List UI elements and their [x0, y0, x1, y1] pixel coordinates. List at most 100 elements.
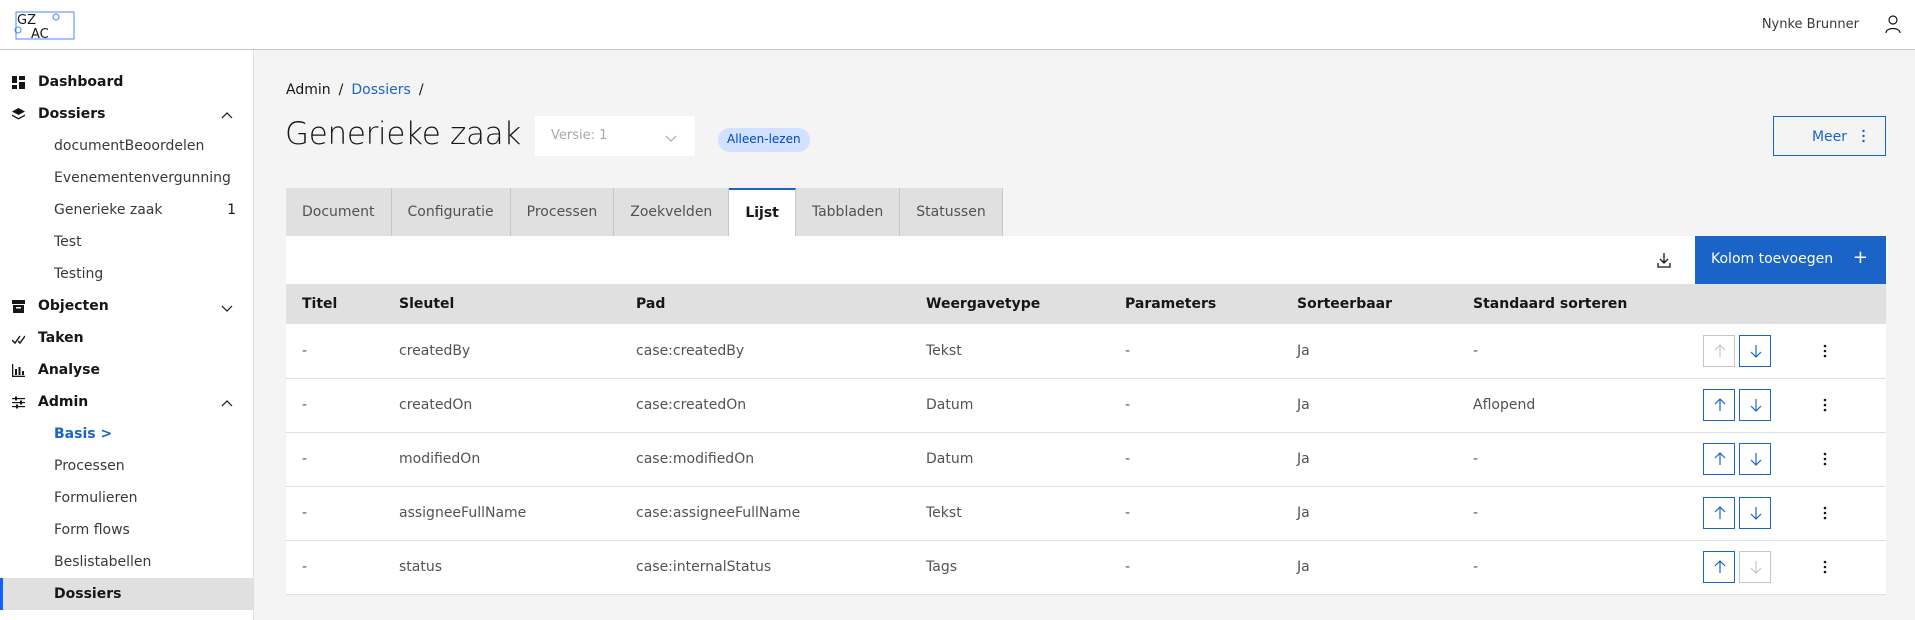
- cell-weergave: Datum: [926, 397, 974, 413]
- column-header-standaard-sorteren: Standaard sorteren: [1473, 296, 1628, 312]
- sidebar-item-taken[interactable]: Taken: [0, 322, 253, 354]
- overflow-menu-icon[interactable]: [1823, 560, 1827, 574]
- sidebar-item-label: Dashboard: [38, 74, 124, 90]
- cell-weergave: Tekst: [926, 505, 962, 521]
- cell-weergave: Datum: [926, 451, 974, 467]
- tab-lijst[interactable]: Lijst: [729, 188, 796, 236]
- move-down-button[interactable]: [1739, 497, 1771, 529]
- arrow-down-icon: [1750, 399, 1762, 412]
- arrow-up-icon: [1714, 506, 1726, 519]
- cell-weergave: Tags: [926, 559, 957, 575]
- table-header-row: Titel Sleutel Pad Weergavetype Parameter…: [286, 284, 1886, 324]
- sidebar-item-label: Objecten: [38, 298, 109, 314]
- overflow-menu-icon[interactable]: [1823, 398, 1827, 412]
- tab-tabbladen[interactable]: Tabbladen: [795, 188, 901, 236]
- chevron-up-icon: [221, 109, 233, 119]
- cell-std: -: [1473, 342, 1479, 359]
- overflow-menu-icon[interactable]: [1823, 452, 1827, 466]
- column-header-titel: Titel: [302, 296, 338, 312]
- arrow-down-icon: [1750, 507, 1762, 520]
- move-up-button[interactable]: [1703, 551, 1735, 583]
- sidebar-item-testing[interactable]: Testing: [0, 258, 253, 290]
- cell-actions: [1687, 540, 1886, 594]
- sidebar-item-form-flows[interactable]: Form flows: [0, 514, 253, 546]
- cell-std: Aflopend: [1473, 397, 1536, 413]
- cell-actions: [1687, 432, 1886, 486]
- top-header: GZ AC Nynke Brunner: [0, 0, 1915, 50]
- cell-std: -: [1473, 559, 1479, 575]
- sidebar-item-admin[interactable]: Admin: [0, 386, 253, 418]
- cell-sleutel: status: [399, 559, 443, 575]
- cell-sleutel: assigneeFullName: [399, 505, 527, 521]
- sidebar-item-label: Generieke zaak: [54, 202, 163, 218]
- cell-sort: Ja: [1297, 451, 1310, 467]
- arrow-up-icon: [1714, 560, 1726, 573]
- tab-processen[interactable]: Processen: [510, 188, 615, 236]
- tab-zoekvelden[interactable]: Zoekvelden: [614, 188, 730, 236]
- sidebar-item-admin-dossiers[interactable]: Dossiers: [0, 578, 253, 610]
- sidebar-item-documentbeoordelen[interactable]: documentBeoordelen: [0, 130, 253, 162]
- user-name[interactable]: Nynke Brunner: [1762, 17, 1859, 32]
- sidebar-item-processen[interactable]: Processen: [0, 450, 253, 482]
- cell-pad: case:modifiedOn: [636, 451, 755, 467]
- table-row: - status case:internalStatus Tags - Ja -: [286, 540, 1886, 594]
- add-column-button[interactable]: Kolom toevoegen +: [1695, 236, 1886, 284]
- cell-sort: Ja: [1297, 342, 1310, 359]
- arrow-down-icon: [1750, 561, 1762, 574]
- move-up-button[interactable]: [1703, 334, 1735, 367]
- cell-param: -: [1125, 397, 1131, 413]
- more-button[interactable]: Meer: [1773, 116, 1886, 156]
- cell-param: -: [1125, 342, 1131, 359]
- overflow-menu-icon[interactable]: [1823, 506, 1827, 520]
- sidebar-item-beslistabellen[interactable]: Beslistabellen: [0, 546, 253, 578]
- cell-pad: case:assigneeFullName: [636, 505, 801, 521]
- move-up-button[interactable]: [1703, 443, 1735, 475]
- move-up-button[interactable]: [1703, 389, 1735, 421]
- cell-sort: Ja: [1297, 505, 1310, 521]
- cell-sleutel: createdBy: [399, 342, 471, 359]
- sidebar-item-label: Admin: [38, 394, 89, 410]
- page-title: Generieke zaak: [285, 116, 522, 152]
- column-header-pad: Pad: [636, 296, 666, 312]
- chevron-down-icon: [221, 301, 233, 312]
- version-select-placeholder: Versie: 1: [551, 128, 608, 143]
- breadcrumb-admin: Admin: [286, 82, 331, 98]
- breadcrumb-dossiers-link[interactable]: Dossiers: [351, 82, 411, 98]
- cell-param: -: [1125, 505, 1131, 521]
- tab-document[interactable]: Document: [286, 188, 392, 236]
- move-up-button[interactable]: [1703, 497, 1735, 529]
- sidebar-item-generieke-zaak[interactable]: Generieke zaak 1: [0, 194, 253, 226]
- cell-std: -: [1473, 451, 1479, 467]
- archive-icon: [12, 300, 25, 313]
- sidebar-item-label: Evenementenvergunning: [54, 170, 231, 186]
- move-down-button[interactable]: [1739, 443, 1771, 475]
- sidebar-item-objecten[interactable]: Objecten: [0, 290, 253, 322]
- cell-actions: [1687, 324, 1886, 378]
- download-icon[interactable]: [1652, 248, 1676, 272]
- column-header-sleutel: Sleutel: [399, 296, 455, 312]
- sidebar-item-evenementenvergunning[interactable]: Evenementenvergunning: [0, 162, 253, 194]
- tab-configuratie[interactable]: Configuratie: [391, 188, 511, 236]
- chevron-up-icon: [221, 397, 233, 407]
- more-button-label: Meer: [1811, 129, 1848, 145]
- version-select[interactable]: Versie: 1: [535, 116, 695, 156]
- move-down-button[interactable]: [1739, 551, 1771, 583]
- arrow-up-icon: [1714, 343, 1726, 357]
- tab-statussen[interactable]: Statussen: [900, 188, 1003, 236]
- move-down-button[interactable]: [1739, 334, 1771, 367]
- breadcrumb: Admin / Dossiers /: [286, 82, 424, 98]
- user-icon[interactable]: [1883, 14, 1903, 34]
- sidebar-item-test[interactable]: Test: [0, 226, 253, 258]
- overflow-menu-icon[interactable]: [1823, 344, 1827, 358]
- sidebar-item-label: Test: [54, 234, 82, 250]
- sidebar-item-label: Taken: [38, 330, 84, 346]
- sidebar-item-dossiers[interactable]: Dossiers: [0, 98, 253, 130]
- column-header-sorteerbaar: Sorteerbaar: [1297, 296, 1393, 312]
- sidebar-item-formulieren[interactable]: Formulieren: [0, 482, 253, 514]
- sidebar-item-basis[interactable]: Basis >: [0, 418, 253, 450]
- cell-weergave: Tekst: [926, 342, 962, 359]
- sidebar-item-analyse[interactable]: Analyse: [0, 354, 253, 386]
- app-logo[interactable]: GZ AC: [13, 9, 77, 42]
- move-down-button[interactable]: [1739, 389, 1771, 421]
- sidebar-item-dashboard[interactable]: Dashboard: [0, 66, 253, 98]
